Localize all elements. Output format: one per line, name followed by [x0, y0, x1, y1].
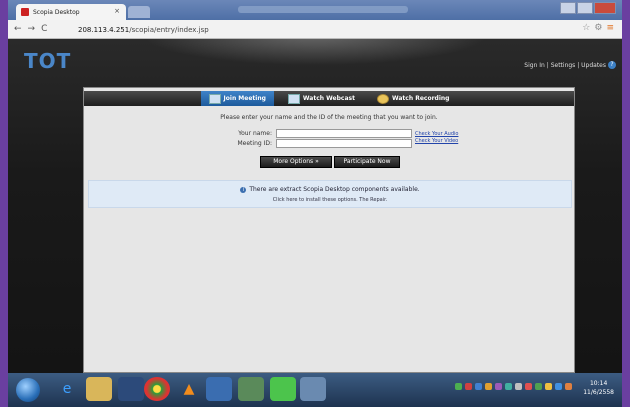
- media-player-icon[interactable]: [118, 377, 144, 401]
- top-links-text[interactable]: Sign In | Settings | Updates: [524, 62, 606, 69]
- components-notice: i There are extract Scopia Desktop compon…: [88, 180, 572, 208]
- reload-icon[interactable]: C: [41, 24, 47, 34]
- browser-window: Scopia Desktop × ← → C 208.113.4.251/sco…: [8, 0, 622, 407]
- browser-tab[interactable]: Scopia Desktop ×: [16, 4, 126, 20]
- maximize-button[interactable]: [577, 2, 593, 14]
- tray-icon[interactable]: [495, 383, 502, 390]
- window-title-blurred: [238, 6, 408, 13]
- tray-icon[interactable]: [555, 383, 562, 390]
- minimize-button[interactable]: [560, 2, 576, 14]
- recording-icon: [376, 93, 389, 104]
- name-label: Your name:: [238, 130, 272, 137]
- clock-date: 11/6/2558: [583, 389, 614, 396]
- join-meeting-icon: [208, 93, 221, 104]
- tab-label: Watch Webcast: [302, 95, 355, 102]
- more-options-button[interactable]: More Options »: [260, 156, 332, 168]
- install-link[interactable]: Click here to install these options. The…: [89, 197, 571, 203]
- tab-title: Scopia Desktop: [33, 8, 80, 16]
- tray-icon[interactable]: [475, 383, 482, 390]
- help-icon[interactable]: ?: [608, 61, 616, 69]
- check-audio-link[interactable]: Check Your Audio: [415, 131, 458, 137]
- tab-watch-webcast[interactable]: Watch Webcast: [280, 91, 363, 106]
- file-explorer-icon[interactable]: [86, 377, 112, 401]
- clock[interactable]: 10:14 11/6/2558: [583, 379, 614, 397]
- tab-menu: Join Meeting Watch Webcast Watch Recordi…: [84, 91, 574, 106]
- site-logo: TOT: [24, 49, 72, 73]
- tray-icon[interactable]: [545, 383, 552, 390]
- url-host: 208.113.4.251: [78, 26, 130, 34]
- notice-line1: i There are extract Scopia Desktop compon…: [89, 186, 571, 193]
- bookmark-star-icon[interactable]: ☆: [582, 23, 590, 33]
- vlc-icon[interactable]: ▲: [176, 377, 202, 401]
- close-tab-icon[interactable]: ×: [114, 7, 120, 15]
- chrome-icon[interactable]: [144, 377, 170, 401]
- main-panel: Join Meeting Watch Webcast Watch Recordi…: [83, 87, 575, 373]
- tab-join-meeting[interactable]: Join Meeting: [200, 91, 274, 106]
- name-input[interactable]: [276, 129, 412, 138]
- tab-bar: Scopia Desktop ×: [8, 0, 622, 20]
- system-tray: [455, 383, 572, 390]
- webcast-icon: [287, 93, 300, 104]
- window-controls: [560, 2, 616, 14]
- meeting-id-input[interactable]: [276, 139, 412, 148]
- tray-icon[interactable]: [455, 383, 462, 390]
- chat-icon[interactable]: [270, 377, 296, 401]
- tab-label: Join Meeting: [223, 95, 266, 102]
- clock-time: 10:14: [589, 380, 608, 387]
- taskbar: e ▲ 10:14 11/6/2558: [8, 373, 622, 407]
- forward-icon[interactable]: →: [28, 24, 36, 34]
- url-path: /scopia/entry/index.jsp: [129, 26, 209, 34]
- start-button[interactable]: [16, 378, 40, 402]
- document-icon[interactable]: [300, 377, 326, 401]
- instruction-text: Please enter your name and the ID of the…: [220, 114, 438, 121]
- tray-icon[interactable]: [535, 383, 542, 390]
- tray-icon[interactable]: [505, 383, 512, 390]
- menu-icon[interactable]: ≡: [606, 23, 614, 33]
- app-icon[interactable]: [206, 377, 232, 401]
- check-video-link[interactable]: Check Your Video: [415, 138, 458, 144]
- nav-buttons: ← → C: [14, 24, 47, 34]
- tab-label: Watch Recording: [391, 95, 450, 102]
- new-tab-button[interactable]: [128, 6, 150, 18]
- back-icon[interactable]: ←: [14, 24, 22, 34]
- close-window-button[interactable]: [594, 2, 616, 14]
- toolbar-right: ☆ ⚙ ≡: [582, 23, 614, 33]
- top-links: Sign In | Settings | Updates ?: [524, 61, 616, 69]
- internet-explorer-icon[interactable]: e: [54, 377, 80, 401]
- tab-watch-recording[interactable]: Watch Recording: [369, 91, 457, 106]
- info-icon: i: [240, 187, 247, 193]
- web-page: TOT Sign In | Settings | Updates ? Join …: [8, 39, 622, 373]
- tray-icon[interactable]: [465, 383, 472, 390]
- address-bar-row: ← → C 208.113.4.251/scopia/entry/index.j…: [8, 20, 622, 39]
- tray-icon[interactable]: [525, 383, 532, 390]
- participate-now-button[interactable]: Participate Now: [334, 156, 400, 168]
- extension-icon[interactable]: ⚙: [594, 23, 602, 33]
- notice-text: There are extract Scopia Desktop compone…: [249, 186, 420, 193]
- url-field[interactable]: 208.113.4.251/scopia/entry/index.jsp: [78, 26, 209, 34]
- meeting-id-label: Meeting ID:: [237, 140, 272, 147]
- favicon-icon: [21, 8, 29, 16]
- tray-icon[interactable]: [515, 383, 522, 390]
- tray-icon[interactable]: [565, 383, 572, 390]
- picture-icon[interactable]: [238, 377, 264, 401]
- tray-icon[interactable]: [485, 383, 492, 390]
